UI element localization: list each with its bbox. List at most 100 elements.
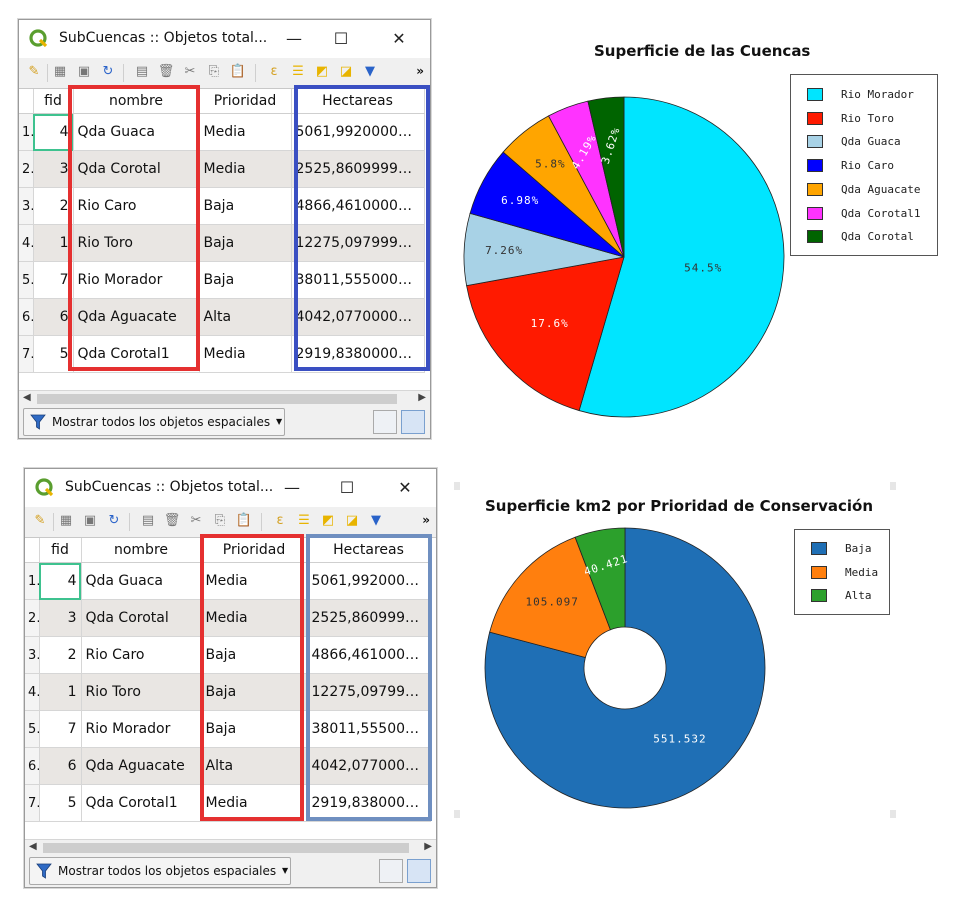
cell-nombre[interactable]: Rio Toro [73, 224, 200, 262]
horizontal-scrollbar[interactable]: ◀ ▶ [19, 390, 430, 407]
row-header[interactable]: 5 [25, 710, 40, 748]
cell-nombre[interactable]: Qda Guaca [81, 562, 202, 600]
cell-hectareas[interactable]: 38011,5550000... [291, 261, 425, 299]
cell-prioridad[interactable]: Baja [199, 224, 292, 262]
add-feature-icon[interactable]: ▤ [133, 63, 151, 81]
cell-nombre[interactable]: Qda Corotal [81, 599, 202, 637]
cell-fid[interactable]: 2 [33, 187, 74, 225]
cell-hectareas[interactable]: 2525,86099999... [291, 150, 425, 188]
invert-selection-icon[interactable]: ◩ [319, 512, 337, 530]
filter-icon[interactable]: ▼ [361, 63, 379, 81]
table-row[interactable]: 1 4 Qda Guaca Media 5061,99200000... [25, 562, 431, 600]
reload-icon[interactable]: ↻ [105, 512, 123, 530]
more-tools-button[interactable]: » [416, 64, 424, 78]
save-icon[interactable]: ▣ [81, 512, 99, 530]
reload-icon[interactable]: ↻ [99, 63, 117, 81]
cell-prioridad[interactable]: Media [201, 599, 308, 637]
scroll-right-icon[interactable]: ▶ [418, 392, 426, 403]
minimize-icon[interactable]: — [281, 26, 307, 52]
minimize-icon[interactable]: — [279, 475, 305, 501]
cell-hectareas[interactable]: 12275,0979999... [307, 673, 431, 711]
cell-nombre[interactable]: Rio Morador [81, 710, 202, 748]
cell-fid[interactable]: 1 [39, 673, 82, 711]
row-header[interactable]: 6 [25, 747, 40, 785]
column-header-prioridad[interactable]: Prioridad [199, 89, 292, 114]
cell-prioridad[interactable]: Media [199, 150, 292, 188]
cell-nombre[interactable]: Qda Aguacate [73, 298, 200, 336]
cell-fid[interactable]: 4 [39, 562, 82, 600]
form-view-icon[interactable] [379, 859, 403, 883]
cell-prioridad[interactable]: Baja [201, 636, 308, 674]
scroll-thumb[interactable] [37, 394, 397, 404]
corner-header[interactable] [19, 89, 34, 114]
cell-prioridad[interactable]: Media [201, 784, 308, 822]
table-row[interactable]: 5 7 Rio Morador Baja 38011,5550000... [25, 710, 431, 748]
cell-hectareas[interactable]: 4866,46100000... [307, 636, 431, 674]
row-header[interactable]: 1 [19, 113, 34, 151]
cut-icon[interactable]: ✂ [181, 63, 199, 81]
cell-nombre[interactable]: Qda Corotal [73, 150, 200, 188]
multi-edit-icon[interactable]: ▦ [57, 512, 75, 530]
cell-hectareas[interactable]: 2919,83800000... [291, 335, 425, 373]
close-icon[interactable]: ✕ [392, 475, 418, 501]
table-row[interactable]: 5 7 Rio Morador Baja 38011,5550000... [19, 261, 425, 299]
cell-fid[interactable]: 7 [39, 710, 82, 748]
copy-icon[interactable]: ⎘ [205, 63, 223, 81]
select-expression-icon[interactable]: ε [265, 63, 283, 81]
paste-icon[interactable]: 📋 [235, 512, 253, 530]
table-row[interactable]: 7 5 Qda Corotal1 Media 2919,83800000... [25, 784, 431, 822]
delete-feature-icon[interactable]: 🗑 [157, 63, 175, 81]
deselect-icon[interactable]: ◪ [343, 512, 361, 530]
copy-icon[interactable]: ⎘ [211, 512, 229, 530]
horizontal-scrollbar[interactable]: ◀ ▶ [25, 839, 436, 856]
cell-nombre[interactable]: Qda Guaca [73, 113, 200, 151]
scroll-left-icon[interactable]: ◀ [23, 392, 31, 403]
cell-nombre[interactable]: Qda Aguacate [81, 747, 202, 785]
title-bar[interactable]: SubCuencas :: Objetos total... — ☐ ✕ [25, 469, 436, 507]
cell-fid[interactable]: 4 [33, 113, 74, 151]
cell-nombre[interactable]: Rio Caro [81, 636, 202, 674]
cell-nombre[interactable]: Qda Corotal1 [81, 784, 202, 822]
cell-hectareas[interactable]: 5061,99200000... [307, 562, 431, 600]
select-all-icon[interactable]: ☰ [289, 63, 307, 81]
cell-nombre[interactable]: Rio Morador [73, 261, 200, 299]
table-row[interactable]: 3 2 Rio Caro Baja 4866,46100000... [19, 187, 425, 225]
row-header[interactable]: 4 [19, 224, 34, 262]
maximize-icon[interactable]: ☐ [328, 26, 354, 52]
cell-hectareas[interactable]: 4042,07700000... [307, 747, 431, 785]
add-feature-icon[interactable]: ▤ [139, 512, 157, 530]
cell-nombre[interactable]: Rio Toro [81, 673, 202, 711]
multi-edit-icon[interactable]: ▦ [51, 63, 69, 81]
title-bar[interactable]: SubCuencas :: Objetos total... — ☐ ✕ [19, 20, 430, 58]
cell-prioridad[interactable]: Alta [199, 298, 292, 336]
cut-icon[interactable]: ✂ [187, 512, 205, 530]
cell-hectareas[interactable]: 5061,99200000... [291, 113, 425, 151]
cell-fid[interactable]: 5 [33, 335, 74, 373]
row-header[interactable]: 1 [25, 562, 40, 600]
paste-icon[interactable]: 📋 [229, 63, 247, 81]
column-header-nombre[interactable]: nombre [73, 89, 200, 114]
row-header[interactable]: 3 [25, 636, 40, 674]
table-row[interactable]: 4 1 Rio Toro Baja 12275,0979999... [19, 224, 425, 262]
filter-icon[interactable]: ▼ [367, 512, 385, 530]
row-header[interactable]: 7 [19, 335, 34, 373]
cell-nombre[interactable]: Qda Corotal1 [73, 335, 200, 373]
table-row[interactable]: 1 4 Qda Guaca Media 5061,99200000... [19, 113, 425, 151]
row-header[interactable]: 2 [25, 599, 40, 637]
scroll-right-icon[interactable]: ▶ [424, 841, 432, 852]
row-header[interactable]: 7 [25, 784, 40, 822]
cell-fid[interactable]: 5 [39, 784, 82, 822]
maximize-icon[interactable]: ☐ [334, 475, 360, 501]
table-row[interactable]: 6 6 Qda Aguacate Alta 4042,07700000... [25, 747, 431, 785]
row-header[interactable]: 5 [19, 261, 34, 299]
cell-prioridad[interactable]: Alta [201, 747, 308, 785]
cell-prioridad[interactable]: Baja [201, 710, 308, 748]
cell-hectareas[interactable]: 4866,46100000... [291, 187, 425, 225]
table-row[interactable]: 6 6 Qda Aguacate Alta 4042,07700000... [19, 298, 425, 336]
cell-fid[interactable]: 2 [39, 636, 82, 674]
table-view-icon[interactable] [407, 859, 431, 883]
cell-hectareas[interactable]: 4042,07700000... [291, 298, 425, 336]
cell-prioridad[interactable]: Baja [199, 187, 292, 225]
cell-prioridad[interactable]: Media [199, 113, 292, 151]
select-expression-icon[interactable]: ε [271, 512, 289, 530]
